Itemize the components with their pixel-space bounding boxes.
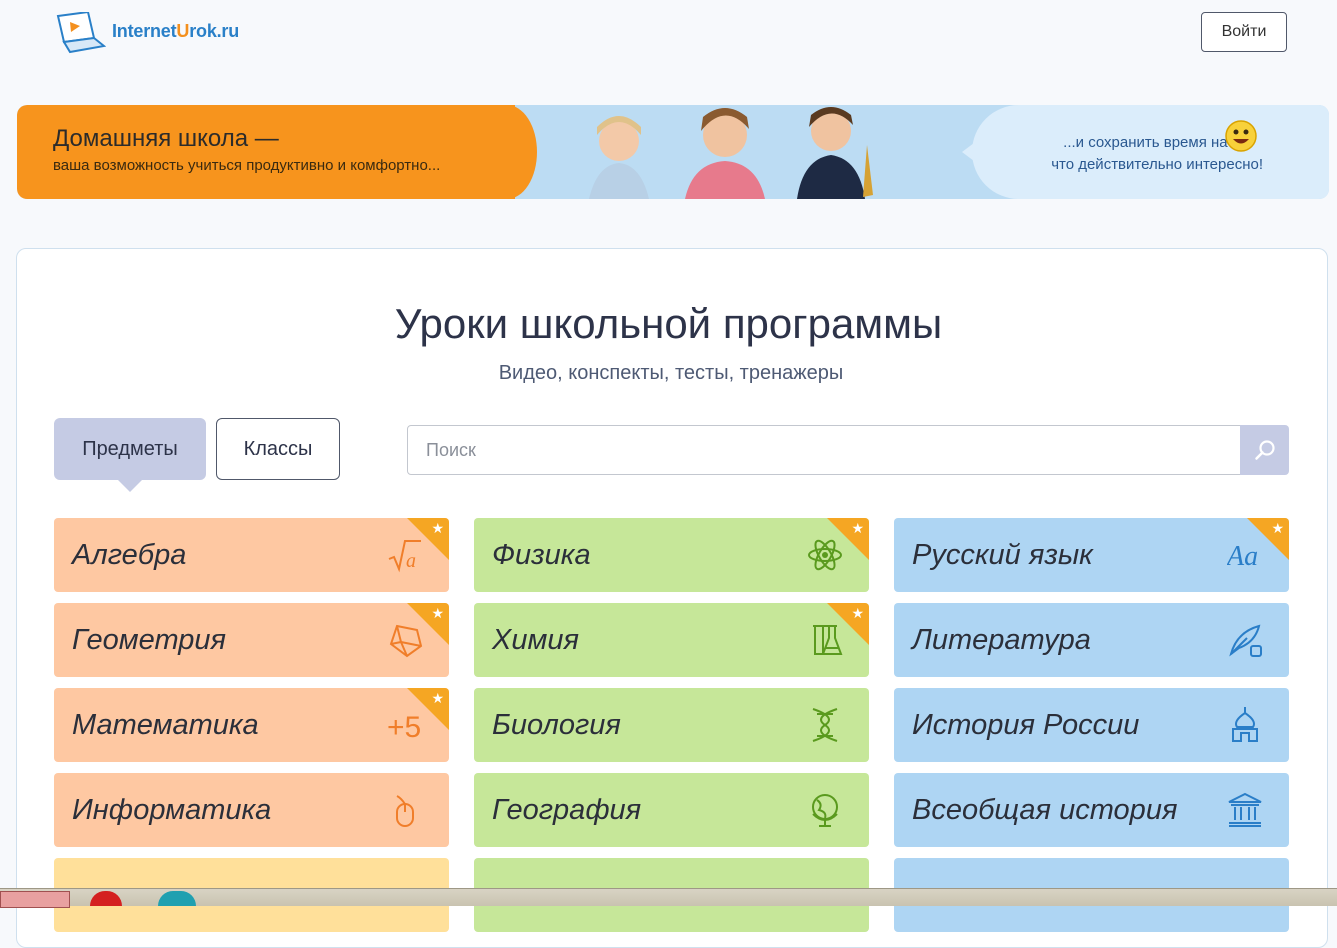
subject-label: Физика (492, 539, 591, 571)
subject-literature[interactable]: Литература (894, 603, 1289, 677)
subject-label: Литература (912, 624, 1091, 656)
tab-grades[interactable]: Классы (216, 418, 340, 480)
globe-icon (812, 794, 838, 827)
star-icon: ★ (851, 605, 864, 621)
subject-label: Алгебра (72, 539, 187, 571)
quill-icon (1229, 624, 1262, 657)
subject-algebra[interactable]: Алгебра a ★ (54, 518, 449, 592)
subject-label: География (492, 794, 642, 826)
star-icon: ★ (431, 690, 444, 706)
star-icon: ★ (431, 520, 444, 536)
subject-label: Русский язык (912, 539, 1093, 571)
promo-banner[interactable]: Домашняя школа — ваша возможность учитьс… (17, 105, 1329, 199)
subject-geography[interactable]: География (474, 773, 869, 847)
subject-label: Информатика (72, 794, 272, 826)
search-icon (1254, 440, 1275, 460)
page-subtitle: Видео, конспекты, тесты, тренажеры (498, 362, 844, 384)
site-logo[interactable]: InternetUrok.ru (54, 12, 239, 54)
smiley-icon (1225, 120, 1257, 152)
subject-history-russia[interactable]: История России (894, 688, 1289, 762)
banner-title: Домашняя школа — (53, 125, 279, 152)
subject-russian[interactable]: Русский язык Aa ★ (894, 518, 1289, 592)
dna-icon (812, 708, 838, 742)
laptop-logo-icon (56, 12, 106, 54)
mouse-icon (396, 795, 414, 827)
subject-world-history[interactable]: Всеобщая история (894, 773, 1289, 847)
subject-label: Химия (492, 624, 579, 656)
star-icon: ★ (431, 605, 444, 621)
subject-physics[interactable]: Физика ★ (474, 518, 869, 592)
subject-label: Биология (492, 709, 621, 741)
star-icon: ★ (1271, 520, 1284, 536)
page-title: Уроки школьной программы (394, 300, 943, 347)
search-button[interactable] (1240, 425, 1289, 475)
login-button[interactable]: Войти (1201, 12, 1287, 52)
tab-subjects[interactable]: Предметы (54, 418, 206, 492)
church-dome-icon (1232, 707, 1258, 742)
subject-label: Всеобщая история (912, 794, 1178, 826)
subject-mathematics[interactable]: Математика +5 ★ (54, 688, 449, 762)
logo-text: InternetUrok.ru (112, 20, 240, 41)
subject-label: Геометрия (72, 624, 227, 656)
subject-informatics[interactable]: Информатика (54, 773, 449, 847)
subject-label: История России (912, 709, 1140, 741)
banner-subtitle: ваша возможность учиться продуктивно и к… (53, 157, 441, 174)
taskbar-app-icon[interactable] (90, 891, 122, 906)
taskbar-app-icon[interactable] (158, 891, 196, 906)
star-icon: ★ (851, 520, 864, 536)
subject-chemistry[interactable]: Химия ★ (474, 603, 869, 677)
museum-icon (1228, 792, 1262, 827)
site-header: InternetUrok.ru Войти (0, 0, 1337, 80)
search-input[interactable] (407, 425, 1241, 475)
subject-biology[interactable]: Биология (474, 688, 869, 762)
subject-label: Математика (72, 709, 259, 741)
subject-geometry[interactable]: Геометрия ★ (54, 603, 449, 677)
taskbar-app-button[interactable] (0, 891, 70, 908)
os-taskbar (0, 888, 1337, 908)
banner-kids-image (589, 107, 873, 199)
